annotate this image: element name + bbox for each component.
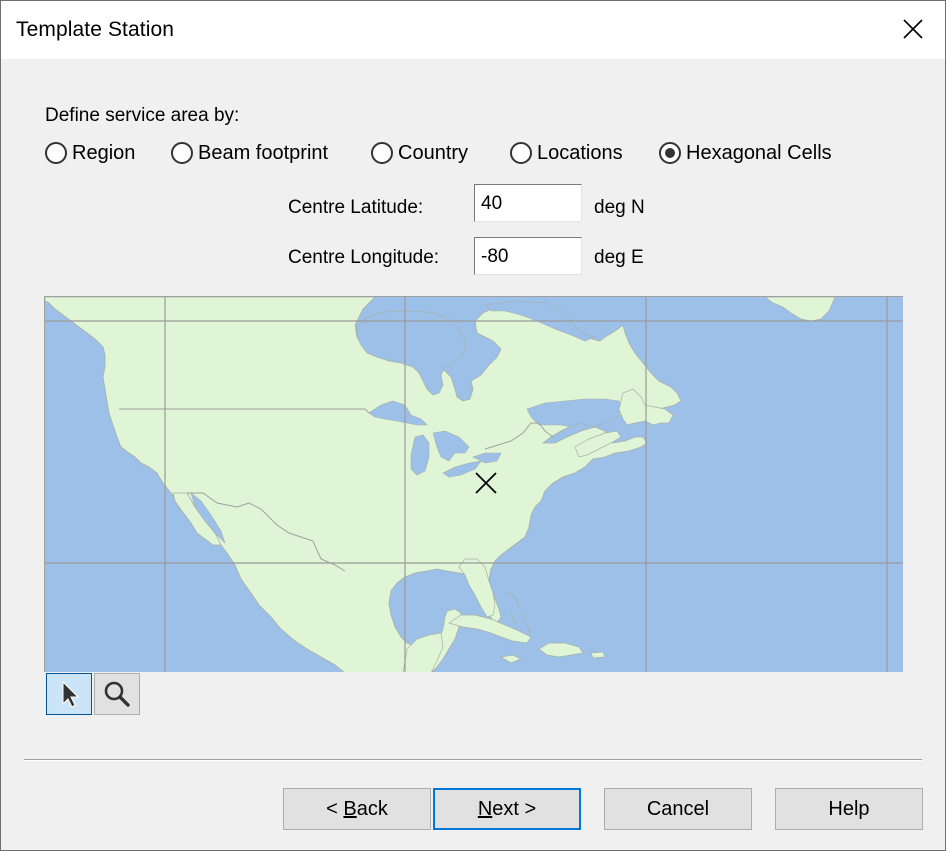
radio-label: Locations	[537, 141, 623, 164]
close-button[interactable]	[879, 1, 945, 59]
radio-circle-checked	[659, 142, 681, 164]
longitude-unit: deg E	[594, 247, 644, 268]
window-title: Template Station	[16, 18, 175, 41]
centre-longitude-input[interactable]	[474, 237, 582, 275]
radio-label: Region	[72, 141, 136, 164]
radio-circle	[371, 142, 393, 164]
radio-label: Beam footprint	[198, 141, 329, 164]
back-button[interactable]: < Back	[283, 788, 431, 830]
radio-label: Country	[398, 141, 469, 164]
map-view[interactable]	[44, 296, 903, 672]
title-bar: Template Station	[1, 1, 945, 59]
back-rest: ack	[356, 797, 388, 820]
close-icon	[903, 19, 923, 39]
radio-country[interactable]: Country	[371, 140, 468, 166]
next-button[interactable]: Next >	[433, 788, 581, 830]
dialog-window: Template Station Define service area by:…	[0, 0, 946, 851]
radio-circle	[510, 142, 532, 164]
service-area-label: Define service area by:	[45, 105, 240, 126]
radio-label: Hexagonal Cells	[686, 141, 832, 164]
map-canvas[interactable]	[45, 297, 903, 672]
back-mnemonic: B	[343, 797, 357, 820]
radio-locations[interactable]: Locations	[510, 140, 623, 166]
radio-region[interactable]: Region	[45, 140, 135, 166]
separator	[24, 759, 922, 761]
radio-beam-footprint[interactable]: Beam footprint	[171, 140, 328, 166]
help-button[interactable]: Help	[775, 788, 923, 830]
radio-circle	[171, 142, 193, 164]
land-puerto-rico	[590, 651, 606, 659]
back-prefix: <	[326, 797, 344, 820]
centre-latitude-label: Centre Latitude:	[288, 197, 424, 218]
radio-hexagonal-cells[interactable]: Hexagonal Cells	[659, 140, 832, 166]
magnifier-icon	[104, 681, 130, 707]
latitude-unit: deg N	[594, 197, 645, 218]
select-tool-button[interactable]	[46, 673, 92, 715]
next-rest: ext >	[492, 797, 537, 820]
centre-latitude-input[interactable]	[474, 184, 582, 222]
centre-longitude-label: Centre Longitude:	[288, 247, 440, 268]
zoom-tool-button[interactable]	[94, 673, 140, 715]
cancel-button[interactable]: Cancel	[604, 788, 752, 830]
arrow-pointer-icon	[62, 680, 80, 708]
next-mnemonic: N	[477, 797, 493, 820]
radio-circle	[45, 142, 67, 164]
